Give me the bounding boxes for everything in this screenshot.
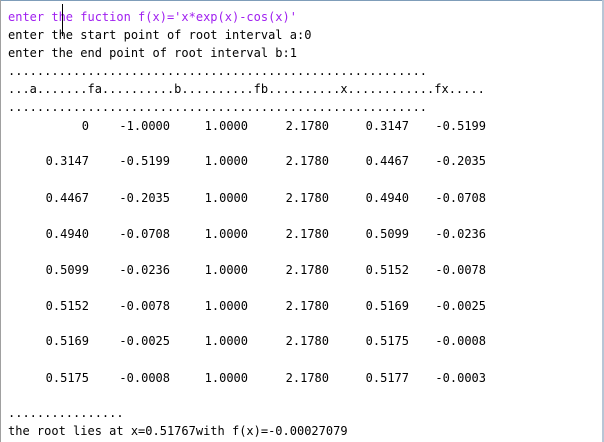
cell-b: 1.0000 [204, 299, 248, 313]
cell-fx: -0.0003 [435, 371, 486, 385]
cell-x: 0.5175 [365, 334, 409, 348]
cell-a: 0.4467 [45, 191, 89, 205]
cell-fx: -0.0078 [435, 263, 486, 277]
cell-fx: -0.5199 [435, 119, 486, 133]
result-line: the root lies at x=0.51767with f(x)=-0.0… [8, 424, 348, 438]
cell-b: 1.0000 [204, 334, 248, 348]
cell-fx: -0.0236 [435, 227, 486, 241]
cell-x: 0.3147 [365, 119, 409, 133]
cell-x: 0.5099 [365, 227, 409, 241]
cell-fa: -1.0000 [119, 119, 170, 133]
table-row: 0.5152 -0.0078 1.0000 2.1780 0.5169 -0.0… [0, 299, 560, 313]
cell-b: 1.0000 [204, 154, 248, 168]
cell-b: 1.0000 [204, 227, 248, 241]
cell-fa: -0.5199 [119, 154, 170, 168]
cell-fa: -0.0025 [119, 334, 170, 348]
cell-x: 0.4467 [365, 154, 409, 168]
dots-separator-top: ........................................… [8, 64, 428, 78]
table-row: 0.4940 -0.0708 1.0000 2.1780 0.5099 -0.0… [0, 227, 560, 241]
table-row: 0 -1.0000 1.0000 2.1780 0.3147 -0.5199 [0, 119, 560, 133]
table-row: 0.5175 -0.0008 1.0000 2.1780 0.5177 -0.0… [0, 371, 560, 385]
cell-fx: -0.0008 [435, 334, 486, 348]
dots-separator-bottom: ........................................… [8, 100, 428, 114]
table-row: 0.4467 -0.2035 1.0000 2.1780 0.4940 -0.0… [0, 191, 560, 205]
cell-x: 0.5177 [365, 371, 409, 385]
cell-fa: -0.0236 [119, 263, 170, 277]
table-row: 0.5169 -0.0025 1.0000 2.1780 0.5175 -0.0… [0, 334, 560, 348]
cell-a: 0.5099 [45, 263, 89, 277]
cell-fx: -0.0025 [435, 299, 486, 313]
cell-a: 0 [81, 119, 89, 133]
cell-x: 0.5152 [365, 263, 409, 277]
cell-b: 1.0000 [204, 263, 248, 277]
prompt-start-line: enter the start point of root interval a… [8, 28, 312, 42]
cell-fb: 2.1780 [285, 154, 329, 168]
cell-fa: -0.0078 [119, 299, 170, 313]
cell-x: 0.4940 [365, 191, 409, 205]
cell-fb: 2.1780 [285, 371, 329, 385]
table-header: ...a.......fa..........b..........fb....… [8, 82, 485, 96]
cell-fb: 2.1780 [285, 263, 329, 277]
cell-b: 1.0000 [204, 119, 248, 133]
cell-a: 0.5175 [45, 371, 89, 385]
table-row: 0.5099 -0.0236 1.0000 2.1780 0.5152 -0.0… [0, 263, 560, 277]
cell-fa: -0.0008 [119, 371, 170, 385]
cell-a: 0.5169 [45, 334, 89, 348]
cell-b: 1.0000 [204, 371, 248, 385]
cell-a: 0.5152 [45, 299, 89, 313]
cell-fb: 2.1780 [285, 119, 329, 133]
cell-fa: -0.2035 [119, 191, 170, 205]
trailing-dots: ................ [8, 406, 124, 420]
console-frame-top [0, 0, 602, 1]
cell-a: 0.3147 [45, 154, 89, 168]
input-function-line: enter the fuction f(x)='x*exp(x)-cos(x)' [8, 10, 297, 24]
prompt-end-line: enter the end point of root interval b:1 [8, 46, 297, 60]
cell-fa: -0.0708 [119, 227, 170, 241]
cell-fb: 2.1780 [285, 299, 329, 313]
table-row: 0.3147 -0.5199 1.0000 2.1780 0.4467 -0.2… [0, 154, 560, 168]
cell-x: 0.5169 [365, 299, 409, 313]
cell-fb: 2.1780 [285, 191, 329, 205]
cell-fb: 2.1780 [285, 227, 329, 241]
cell-fb: 2.1780 [285, 334, 329, 348]
cell-fx: -0.0708 [435, 191, 486, 205]
cell-a: 0.4940 [45, 227, 89, 241]
cell-b: 1.0000 [204, 191, 248, 205]
cell-fx: -0.2035 [435, 154, 486, 168]
